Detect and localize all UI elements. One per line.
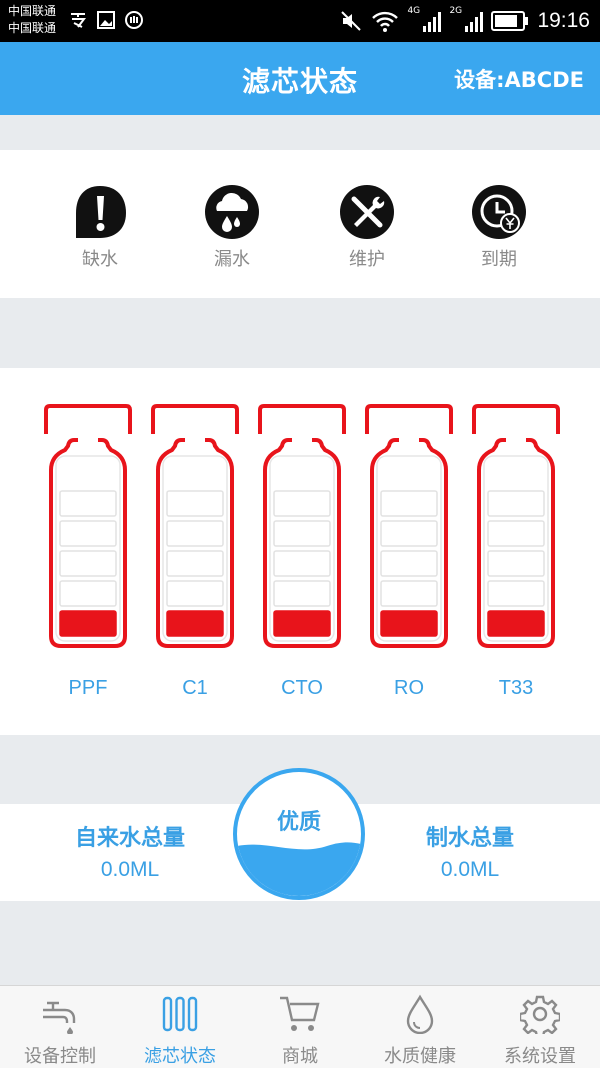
- tap-water-title: 自来水总量: [74, 826, 185, 851]
- level-segment-empty: [487, 520, 545, 547]
- level-segment-empty: [273, 520, 331, 547]
- nav-label: 设备控制: [24, 1046, 96, 1067]
- nav-shop[interactable]: 商城: [240, 994, 360, 1068]
- level-segment-empty: [166, 490, 224, 517]
- filter-battery-icon: [258, 404, 346, 648]
- level-segment-empty: [59, 520, 117, 547]
- nav-device-control[interactable]: 设备控制: [0, 994, 120, 1068]
- nav-filter-status[interactable]: 滤芯状态: [120, 994, 240, 1068]
- level-segment-empty: [166, 550, 224, 577]
- clock-yen-icon: [472, 185, 526, 239]
- nav-label: 水质健康: [384, 1046, 456, 1067]
- nav-label: 滤芯状态: [144, 1046, 216, 1067]
- level-segment-filled: [166, 610, 224, 637]
- wifi-icon: [372, 11, 399, 32]
- filter-label: C1: [182, 677, 208, 699]
- level-segment-empty: [380, 550, 438, 577]
- carrier-1: 中国联通: [8, 4, 57, 18]
- level-segment-empty: [380, 580, 438, 607]
- level-segment-empty: [59, 550, 117, 577]
- level-segment-empty: [59, 580, 117, 607]
- signal-2g: 2G: [449, 6, 484, 34]
- level-segment-empty: [166, 520, 224, 547]
- nav-water-health[interactable]: 水质健康: [360, 994, 480, 1068]
- status-maintenance[interactable]: 维护: [322, 183, 412, 271]
- status-expired[interactable]: 到期: [454, 183, 544, 271]
- bottom-nav: 设备控制 滤芯状态 商城 水质健康 系统设置: [0, 985, 600, 1068]
- filter-battery-icon: [365, 404, 453, 648]
- tap-water-value: 0.0ML: [100, 858, 160, 881]
- clock: 19:16: [537, 9, 590, 32]
- water-quality-indicator[interactable]: 优质: [233, 768, 365, 900]
- exclamation-icon: [76, 186, 126, 238]
- level-segment-empty: [273, 490, 331, 517]
- produced-water-title: 制水总量: [425, 826, 514, 851]
- filters-panel: PPF C1 CTO RO T33: [0, 368, 600, 735]
- level-segment-empty: [166, 580, 224, 607]
- image-icon: [97, 11, 115, 29]
- leak-cloud-icon: [205, 185, 259, 239]
- water-quality-label: 优质: [276, 810, 321, 835]
- filter-label: CTO: [281, 677, 323, 699]
- battery-icon: [491, 11, 529, 31]
- carrier-info: 中国联通 中国联通: [8, 3, 56, 37]
- status-no-water[interactable]: 缺水: [55, 183, 145, 271]
- level-segment-empty: [380, 490, 438, 517]
- level-segment-empty: [487, 490, 545, 517]
- tap-water-total: 自来水总量 0.0ML: [40, 820, 220, 882]
- cart-icon: [280, 996, 320, 1031]
- device-label[interactable]: 设备:ABCDE: [454, 64, 584, 94]
- status-bar: 中国联通 中国联通 4G 2G 19:16: [0, 0, 600, 42]
- level-segment-filled: [487, 610, 545, 637]
- tools-icon: [340, 185, 394, 239]
- status-leak[interactable]: 漏水: [187, 183, 277, 271]
- filter-t33[interactable]: T33: [471, 404, 561, 699]
- level-segment-filled: [59, 610, 117, 637]
- status-label: 到期: [481, 249, 517, 270]
- hand-icon: [125, 11, 143, 29]
- filter-ppf[interactable]: PPF: [43, 404, 133, 699]
- filter-label: PPF: [68, 677, 108, 699]
- gear-icon: [520, 995, 560, 1034]
- filter-battery-icon: [44, 404, 132, 648]
- level-segment-empty: [487, 550, 545, 577]
- filter-bars-icon: [162, 996, 198, 1032]
- input-method-icon: [71, 13, 86, 28]
- nav-label: 商城: [282, 1046, 318, 1067]
- water-drop-icon: [406, 994, 434, 1034]
- app-bar: 滤芯状态 设备:ABCDE: [0, 42, 600, 115]
- filter-cto[interactable]: CTO: [257, 404, 347, 699]
- filter-ro[interactable]: RO: [364, 404, 454, 699]
- faucet-icon: [43, 1001, 76, 1034]
- level-segment-empty: [380, 520, 438, 547]
- filter-battery-icon: [472, 404, 560, 648]
- status-panel: 缺水 漏水 维护 到期: [0, 150, 600, 298]
- mute-icon: [341, 11, 362, 31]
- level-segment-filled: [273, 610, 331, 637]
- status-label: 漏水: [214, 249, 250, 270]
- carrier-2: 中国联通: [8, 21, 57, 35]
- status-label: 缺水: [82, 249, 118, 270]
- level-segment-empty: [487, 580, 545, 607]
- signal-4g: 4G: [407, 6, 442, 34]
- nav-settings[interactable]: 系统设置: [480, 994, 600, 1068]
- net-4g-label: 4G: [407, 6, 421, 16]
- nav-label: 系统设置: [504, 1046, 576, 1067]
- produced-water-value: 0.0ML: [440, 858, 500, 881]
- level-segment-empty: [273, 580, 331, 607]
- status-label: 维护: [349, 249, 385, 270]
- filter-label: RO: [394, 677, 424, 699]
- level-segment-empty: [273, 550, 331, 577]
- produced-water-total: 制水总量 0.0ML: [380, 820, 560, 882]
- filter-battery-icon: [151, 404, 239, 648]
- level-segment-empty: [59, 490, 117, 517]
- filter-c1[interactable]: C1: [150, 404, 240, 699]
- net-2g-label: 2G: [449, 6, 463, 16]
- level-segment-filled: [380, 610, 438, 637]
- filter-label: T33: [498, 677, 534, 699]
